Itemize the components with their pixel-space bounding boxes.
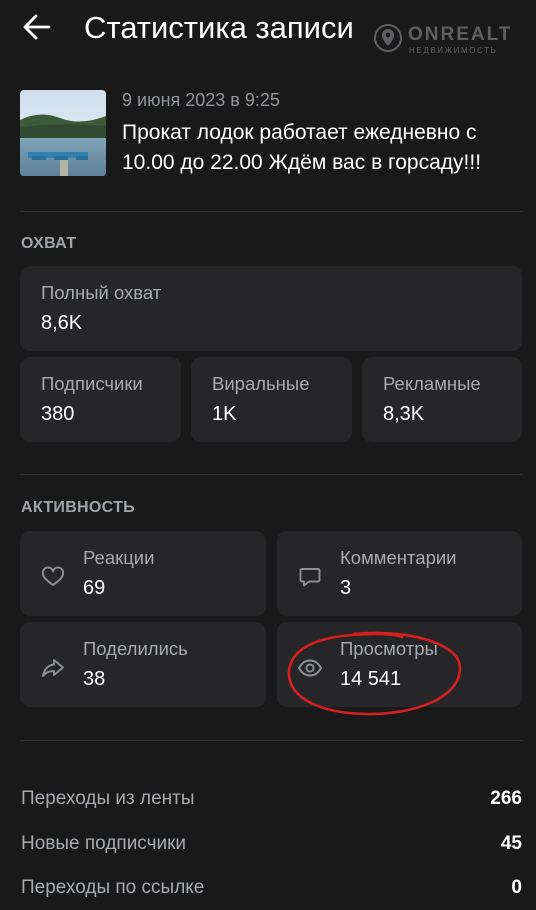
- heart-icon: [42, 566, 64, 586]
- reach-ads-value: 8,3K: [383, 403, 425, 425]
- page-title: Статистика записи: [84, 10, 354, 45]
- activity-shares-card[interactable]: Поделились 38: [20, 622, 266, 707]
- watermark-brand: ONREALT: [408, 24, 513, 45]
- activity-views-label: Просмотры: [340, 638, 438, 659]
- stat-feed-transitions-label: Переходы из ленты: [21, 788, 195, 809]
- reach-ads-card[interactable]: Рекламные 8,3K: [362, 357, 522, 442]
- reach-ads-label: Рекламные: [383, 373, 481, 394]
- post-text: Прокат лодок работает ежедневно с 10.00 …: [122, 121, 482, 174]
- reach-section-label: ОХВАТ: [21, 235, 77, 252]
- watermark: ONREALT НЕДВИЖИМОСТЬ: [372, 22, 532, 58]
- activity-reactions-value: 69: [83, 577, 106, 599]
- stat-new-subscribers-label: Новые подписчики: [21, 833, 187, 854]
- watermark-tagline: НЕДВИЖИМОСТЬ: [409, 46, 498, 55]
- divider: [20, 740, 522, 741]
- stat-link-transitions-value: 0: [511, 877, 522, 898]
- divider: [20, 211, 522, 212]
- stat-new-subscribers-value: 45: [500, 833, 522, 854]
- activity-reactions-label: Реакции: [83, 547, 155, 568]
- reach-viral-value: 1K: [212, 403, 237, 425]
- stat-link-transitions-label: Переходы по ссылке: [21, 877, 205, 898]
- header: Статистика записи ONREALT НЕДВИЖИМОСТЬ: [0, 0, 536, 60]
- post-date: 9 июня 2023 в 9:25: [122, 90, 280, 110]
- divider: [20, 474, 522, 475]
- reach-total-label: Полный охват: [41, 282, 162, 303]
- reach-subscribers-card[interactable]: Подписчики 380: [20, 357, 181, 442]
- eye-icon: [298, 659, 322, 677]
- reach-subscribers-value: 380: [41, 403, 75, 425]
- reach-total-value: 8,6K: [41, 312, 83, 334]
- activity-views-value: 14 541: [340, 668, 402, 690]
- share-icon: [42, 659, 64, 677]
- reach-viral-label: Виральные: [212, 373, 310, 394]
- post-thumbnail-image: [20, 90, 106, 176]
- reach-total-card[interactable]: Полный охват 8,6K: [20, 266, 522, 351]
- activity-comments-value: 3: [340, 577, 352, 599]
- watermark-logo-icon: [374, 24, 402, 52]
- activity-reactions-card[interactable]: Реакции 69: [20, 531, 266, 616]
- stat-feed-transitions-value: 266: [490, 788, 522, 809]
- activity-shares-value: 38: [83, 668, 106, 690]
- activity-comments-card[interactable]: Комментарии 3: [277, 531, 522, 616]
- activity-shares-label: Поделились: [83, 638, 188, 659]
- post-summary[interactable]: 9 июня 2023 в 9:25 Прокат лодок работает…: [0, 86, 536, 196]
- comment-icon: [299, 568, 321, 587]
- activity-views-card[interactable]: Просмотры 14 541: [277, 622, 522, 707]
- reach-viral-card[interactable]: Виральные 1K: [191, 357, 352, 442]
- activity-section-label: АКТИВНОСТЬ: [21, 499, 135, 516]
- back-arrow-icon[interactable]: [22, 12, 52, 42]
- activity-comments-label: Комментарии: [340, 547, 457, 568]
- reach-subscribers-label: Подписчики: [41, 373, 143, 394]
